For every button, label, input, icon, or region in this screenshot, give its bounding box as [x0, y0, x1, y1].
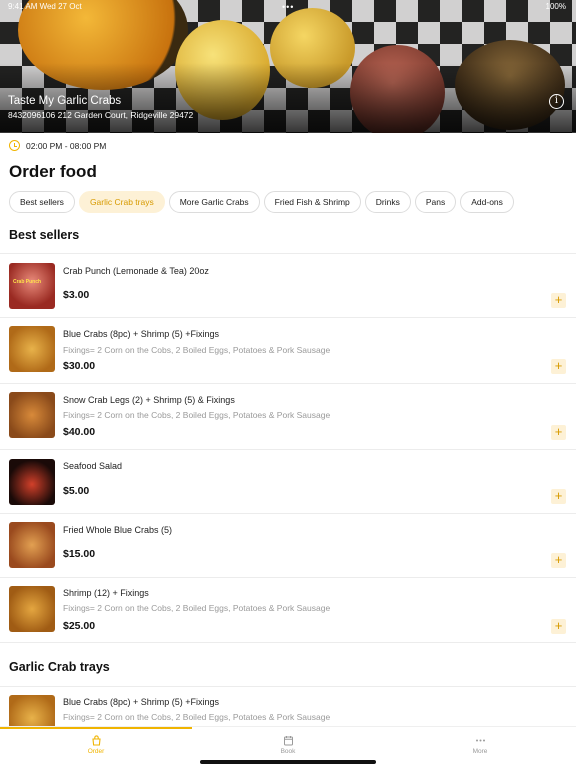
item-name: Seafood Salad — [63, 461, 123, 471]
section-title-best-sellers: Best sellers — [9, 228, 80, 242]
chip-fried-fish-shrimp[interactable]: Fried Fish & Shrimp — [263, 191, 361, 213]
add-to-cart-button[interactable]: + — [551, 553, 566, 568]
item-description: Fixings= 2 Corn on the Cobs, 2 Boiled Eg… — [63, 345, 331, 355]
add-to-cart-button[interactable]: + — [551, 489, 566, 504]
opening-hours: 02:00 PM - 08:00 PM — [9, 140, 106, 151]
item-price: $3.00 — [63, 289, 90, 301]
item-name: Snow Crab Legs (2) + Shrimp (5) & Fixing… — [63, 395, 235, 405]
chip-garlic-crab-trays[interactable]: Garlic Crab trays — [78, 191, 165, 213]
tab-book[interactable]: Book — [192, 735, 384, 755]
add-to-cart-button[interactable]: + — [551, 293, 566, 308]
item-thumbnail: Crab Punch — [9, 263, 55, 309]
home-indicator[interactable] — [200, 760, 376, 764]
status-time: 9:41 AM Wed 27 Oct — [8, 2, 82, 11]
menu-item[interactable]: Blue Crabs (8pc) + Shrimp (5) +Fixings F… — [0, 318, 576, 383]
item-thumbnail — [9, 522, 55, 568]
status-battery: 100% — [545, 2, 566, 11]
chip-more-garlic-crabs[interactable]: More Garlic Crabs — [168, 191, 260, 213]
more-icon — [384, 735, 576, 746]
item-price: $25.00 — [63, 620, 96, 632]
menu-item[interactable]: Shrimp (12) + Fixings Fixings= 2 Corn on… — [0, 578, 576, 642]
item-price: $40.00 — [63, 426, 96, 438]
item-name: Crab Punch (Lemonade & Tea) 20oz — [63, 266, 209, 276]
item-description: Fixings= 2 Corn on the Cobs, 2 Boiled Eg… — [63, 410, 331, 420]
item-name: Shrimp (12) + Fixings — [63, 588, 149, 598]
menu-item[interactable]: Snow Crab Legs (2) + Shrimp (5) & Fixing… — [0, 384, 576, 449]
item-price: $15.00 — [63, 548, 96, 560]
item-thumbnail — [9, 459, 55, 505]
item-name: Fried Whole Blue Crabs (5) — [63, 525, 173, 535]
restaurant-name: Taste My Garlic Crabs — [8, 95, 122, 107]
item-name: Blue Crabs (8pc) + Shrimp (5) +Fixings — [63, 697, 220, 707]
info-icon[interactable]: i — [549, 94, 564, 109]
calendar-icon — [192, 735, 384, 746]
menu-item[interactable]: Crab Punch Crab Punch (Lemonade & Tea) 2… — [0, 254, 576, 317]
chip-best-sellers[interactable]: Best sellers — [9, 191, 75, 213]
add-to-cart-button[interactable]: + — [551, 425, 566, 440]
page-title: Order food — [9, 162, 97, 181]
item-thumbnail — [9, 695, 55, 726]
tab-order[interactable]: Order — [0, 735, 192, 755]
item-price: $5.00 — [63, 485, 90, 497]
chip-add-ons[interactable]: Add-ons — [460, 191, 514, 213]
item-thumbnail — [9, 326, 55, 372]
hours-text: 02:00 PM - 08:00 PM — [26, 140, 107, 151]
chip-drinks[interactable]: Drinks — [364, 191, 411, 213]
add-to-cart-button[interactable]: + — [551, 619, 566, 634]
chip-pans[interactable]: Pans — [414, 191, 457, 213]
active-tab-indicator — [0, 727, 192, 729]
item-thumbnail — [9, 586, 55, 632]
hero-banner: 9:41 AM Wed 27 Oct ••• 100% Taste My Gar… — [0, 0, 576, 133]
item-description: Fixings= 2 Corn on the Cobs, 2 Boiled Eg… — [63, 603, 331, 613]
bag-icon — [0, 735, 192, 746]
section-title-garlic-crab-trays: Garlic Crab trays — [9, 660, 110, 674]
add-to-cart-button[interactable]: + — [551, 359, 566, 374]
category-chips: Best sellers Garlic Crab trays More Garl… — [9, 191, 514, 213]
item-price: $30.00 — [63, 360, 96, 372]
restaurant-address: 8432096106 212 Garden Court, Ridgeville … — [8, 110, 194, 120]
menu-item[interactable]: Blue Crabs (8pc) + Shrimp (5) +Fixings F… — [0, 687, 576, 726]
item-name: Blue Crabs (8pc) + Shrimp (5) +Fixings — [63, 329, 220, 339]
item-description: Fixings= 2 Corn on the Cobs, 2 Boiled Eg… — [63, 712, 331, 722]
item-thumbnail — [9, 392, 55, 438]
tab-more[interactable]: More — [384, 735, 576, 755]
menu-item[interactable]: Fried Whole Blue Crabs (5) $15.00 + — [0, 514, 576, 577]
menu-item[interactable]: Seafood Salad $5.00 + — [0, 450, 576, 513]
clock-icon — [9, 140, 20, 151]
status-dots: ••• — [282, 2, 295, 12]
